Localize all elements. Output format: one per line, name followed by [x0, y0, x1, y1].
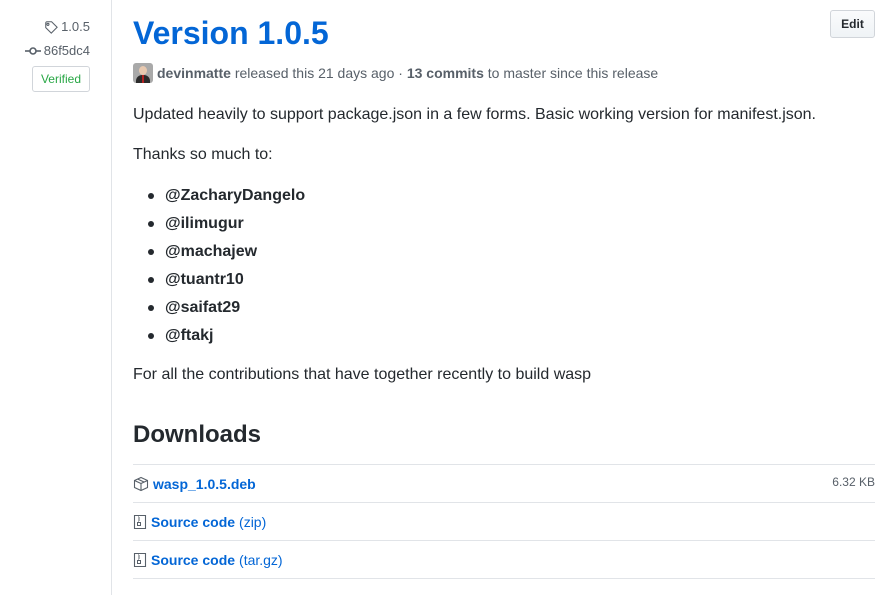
- list-item: @ftakj: [133, 326, 305, 354]
- verified-badge[interactable]: Verified: [31, 66, 90, 92]
- commits-suffix: to master since this release: [487, 65, 659, 81]
- commit-sha: 86f5dc4: [43, 43, 90, 58]
- contributions-paragraph: For all the contributions that have toge…: [133, 366, 592, 383]
- author-link[interactable]: devinmatte: [157, 65, 231, 81]
- list-item: @tuantr10: [133, 270, 305, 298]
- download-link[interactable]: Source code: [151, 514, 235, 530]
- download-link[interactable]: Source code: [151, 552, 235, 568]
- tag-link[interactable]: 1.0.5: [44, 19, 90, 34]
- list-item: @machajew: [133, 242, 305, 270]
- contributor-mention[interactable]: @saifat29: [165, 299, 240, 316]
- release-title[interactable]: Version 1.0.5: [133, 13, 329, 53]
- file-zip-icon: [133, 514, 147, 529]
- release-meta-column: 1.0.5 86f5dc4 Verified: [0, 0, 112, 595]
- release-notes-paragraph: Updated heavily to support package.json …: [133, 106, 816, 123]
- download-link[interactable]: wasp_1.0.5.deb: [153, 476, 256, 492]
- contributor-list: @ZacharyDangelo @ilimugur @machajew @tua…: [133, 186, 305, 354]
- package-icon: [133, 476, 149, 491]
- release-byline: devinmatte released this 21 days ago · 1…: [133, 63, 658, 83]
- download-item-zip[interactable]: Source code (zip): [133, 503, 875, 541]
- contributor-mention[interactable]: @machajew: [165, 243, 257, 260]
- thanks-paragraph: Thanks so much to:: [133, 146, 273, 163]
- downloads-list: wasp_1.0.5.deb 6.32 KB Source code (zip): [133, 464, 875, 579]
- release-page: 1.0.5 86f5dc4 Verified Version 1.0.5 Edi…: [0, 0, 896, 595]
- contributor-mention[interactable]: @ilimugur: [165, 215, 244, 232]
- tag-label: 1.0.5: [61, 19, 90, 34]
- download-item-deb[interactable]: wasp_1.0.5.deb 6.32 KB: [133, 465, 875, 503]
- edit-button[interactable]: Edit: [830, 10, 875, 38]
- released-text: released this 21 days ago: [234, 65, 395, 81]
- file-size: 6.32 KB: [832, 475, 875, 489]
- commits-link[interactable]: 13 commits: [407, 65, 484, 81]
- tag-icon: [45, 20, 58, 34]
- list-item: @ilimugur: [133, 214, 305, 242]
- contributor-mention[interactable]: @tuantr10: [165, 271, 244, 288]
- avatar[interactable]: [133, 63, 153, 83]
- downloads-heading: Downloads: [133, 421, 262, 448]
- contributor-mention[interactable]: @ZacharyDangelo: [165, 187, 305, 204]
- commit-icon: [24, 46, 41, 55]
- list-item: @saifat29: [133, 298, 305, 326]
- commit-link[interactable]: 86f5dc4: [24, 43, 90, 58]
- download-format[interactable]: (zip): [239, 514, 266, 530]
- contributor-mention[interactable]: @ftakj: [165, 327, 214, 344]
- download-format[interactable]: (tar.gz): [239, 552, 283, 568]
- file-zip-icon: [133, 552, 147, 567]
- list-item: @ZacharyDangelo: [133, 186, 305, 214]
- download-item-targz[interactable]: Source code (tar.gz): [133, 541, 875, 579]
